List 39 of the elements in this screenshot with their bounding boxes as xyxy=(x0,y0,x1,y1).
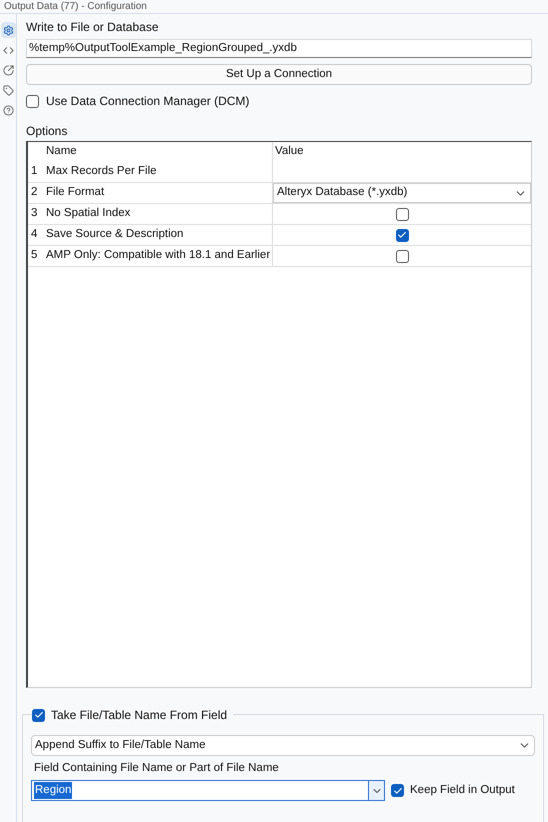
check-icon xyxy=(34,710,44,720)
column-header: Name xyxy=(45,144,78,160)
option-name: Max Records Per File xyxy=(45,164,158,180)
row-number: 5 xyxy=(30,248,38,264)
field-combobox[interactable]: Region xyxy=(31,780,385,802)
row-number: 3 xyxy=(30,206,38,222)
checkbox[interactable] xyxy=(32,708,45,722)
option-name: Save Source & Description xyxy=(45,227,184,242)
group-title: Take File/Table Name From Field xyxy=(51,707,228,724)
checkbox[interactable] xyxy=(396,208,408,220)
field-label: Write to File or Database xyxy=(26,20,160,34)
connection-button[interactable]: Set Up a Connection xyxy=(26,64,532,85)
check-icon xyxy=(392,786,402,796)
table-row[interactable]: 5 AMP Only: Compatible with 18.1 and Earlier xyxy=(28,246,531,267)
mode-dropdown[interactable]: Append Suffix to File/Table Name xyxy=(31,735,535,756)
section-label: Options xyxy=(26,124,68,138)
checkbox[interactable] xyxy=(26,94,39,108)
row-number: 1 xyxy=(30,164,38,180)
panel-title: Output Data (77) - Configuration xyxy=(4,1,147,13)
format-dropdown[interactable]: Alteryx Database (*.yxdb) xyxy=(273,183,531,203)
checkbox-label: Keep Field in Output xyxy=(410,783,515,798)
option-name: File Format xyxy=(45,185,106,200)
check-icon xyxy=(397,230,407,240)
table-row[interactable]: 4 Save Source & Description xyxy=(28,225,531,246)
row-number: 2 xyxy=(30,185,38,200)
path-field[interactable]: %temp%OutputToolExample_RegionGrouped_.yxdb xyxy=(26,39,532,58)
table-row[interactable]: 1 Max Records Per File xyxy=(28,162,531,183)
checkbox[interactable] xyxy=(396,228,408,242)
row-number: 4 xyxy=(30,227,38,242)
field-label: Field Containing File Name or Part of File Name xyxy=(33,761,280,776)
checkbox[interactable] xyxy=(396,250,408,262)
option-name: No Spatial Index xyxy=(45,206,132,222)
checkbox[interactable] xyxy=(391,784,404,798)
table-row[interactable]: 3 No Spatial Index xyxy=(28,204,531,225)
settings-icon[interactable] xyxy=(0,22,16,38)
checkbox-label: Use Data Connection Manager (DCM) xyxy=(46,93,250,110)
table-row[interactable]: 2 File Format Alteryx Database (*.yxdb) xyxy=(28,183,531,204)
option-name: AMP Only: Compatible with 18.1 and Earlier xyxy=(45,248,272,264)
column-header: Value xyxy=(272,142,531,162)
